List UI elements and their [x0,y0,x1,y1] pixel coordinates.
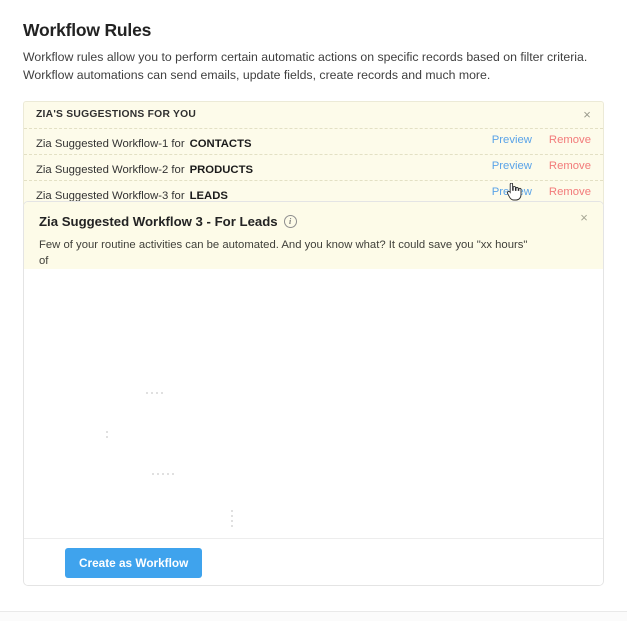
info-icon[interactable]: i [283,215,297,228]
suggestion-row: Zia Suggested Workflow-2 for PRODUCTS Pre… [24,155,603,181]
close-icon[interactable]: × [577,211,591,225]
preview-link[interactable]: Preview [492,186,532,198]
suggestion-row: Zia Suggested Workflow-1 for CONTACTS Pre… [24,129,603,155]
page-description-line-1: Workflow rules allow you to perform cert… [23,50,588,64]
suggestion-label: Zia Suggested Workflow-2 for [36,164,185,176]
page-description: Workflow rules allow you to perform cert… [23,48,593,84]
detail-banner-description-line-1: Few of your routine activities can be au… [39,239,528,267]
zia-suggestions-header: ZIA'S SUGGESTIONS FOR YOU × [24,102,603,129]
zia-suggestions-panel: ZIA'S SUGGESTIONS FOR YOU × Zia Suggeste… [23,101,604,207]
create-as-workflow-button[interactable]: Create as Workflow [65,548,203,578]
remove-link[interactable]: Remove [549,160,591,172]
suggestion-label: Zia Suggested Workflow-1 for [36,138,185,150]
remove-link[interactable]: Remove [549,186,591,198]
close-icon[interactable]: × [580,108,594,122]
page-title: Workflow Rules [23,20,152,40]
preview-link[interactable]: Preview [492,134,532,146]
flow-connectors [106,392,233,527]
preview-link[interactable]: Preview [492,160,532,172]
remove-link[interactable]: Remove [549,134,591,146]
suggestion-module: CONTACTS [189,138,252,150]
suggestion-actions: Preview Remove [492,160,591,172]
zia-suggestions-title: ZIA'S SUGGESTIONS FOR YOU [36,109,197,120]
suggestion-module: PRODUCTS [189,164,253,176]
suggestion-actions: Preview Remove [492,134,591,146]
detail-banner-title: Zia Suggested Workflow 3 - For Leads [39,214,278,229]
detail-banner: Zia Suggested Workflow 3 - For Leads i Fe… [24,202,603,283]
page-description-line-2: Workflow automations can send emails, up… [23,68,491,82]
detail-card-footer: Create as Workflow [24,538,603,585]
suggestion-actions: Preview Remove [492,186,591,198]
zia-workflow-detail-card: Zia Suggested Workflow 3 - For Leads i Fe… [23,201,604,586]
workflow-flow-diagram: WHEN TO EXECUTE Record Action → Created … [24,269,603,585]
page-container: Workflow Rules Workflow rules allow you … [0,0,627,612]
